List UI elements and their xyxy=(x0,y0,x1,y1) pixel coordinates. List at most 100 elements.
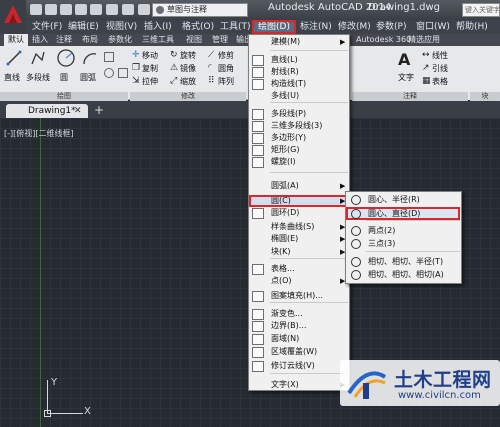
save-icon[interactable] xyxy=(60,4,72,15)
circle-ttt-item[interactable]: 相切、相切、相切(A) xyxy=(346,268,460,281)
draw-menu-item[interactable]: 矩形(G) xyxy=(249,144,349,156)
draw-menu-item[interactable]: 图案填充(H)... xyxy=(249,290,349,302)
circle-3point-item[interactable]: 三点(3) xyxy=(346,237,460,250)
workspace-selector[interactable]: 草图与注释 xyxy=(152,3,248,17)
draw-menu-item[interactable]: 渐变色... xyxy=(249,308,349,320)
line-icon[interactable] xyxy=(6,50,22,66)
draw-menu-item[interactable]: 直线(L) xyxy=(249,54,349,66)
menu-window[interactable]: 窗口(W) xyxy=(416,20,450,34)
array-icon[interactable]: ⠿ xyxy=(208,76,215,86)
toolbar-dropdown-icon[interactable] xyxy=(138,4,150,15)
save-as-icon[interactable] xyxy=(75,4,87,15)
menu-help[interactable]: 帮助(H) xyxy=(456,20,488,34)
draw-menu-item[interactable]: 建模(M) xyxy=(249,36,349,48)
tab-featured-apps[interactable]: 精选应用 xyxy=(408,34,440,46)
menu-view[interactable]: 视图(V) xyxy=(106,20,137,34)
viewport-controls[interactable]: [-][俯视][二维线框] xyxy=(4,128,74,139)
autocad-logo-icon[interactable] xyxy=(0,0,26,34)
stretch-label: 拉伸 xyxy=(142,77,158,86)
menu-separator xyxy=(270,258,348,259)
circle-icon[interactable] xyxy=(56,48,76,68)
circle-2point-item[interactable]: 两点(2) xyxy=(346,224,460,237)
draw-menu-item-circle[interactable]: 圆(C) xyxy=(249,195,349,207)
text-tool-label: 文字 xyxy=(398,73,414,82)
draw-menu-item[interactable]: 圆环(D) xyxy=(249,207,349,219)
circle-center-radius-item[interactable]: 圆心、半径(R) xyxy=(346,193,460,206)
draw-menu-item[interactable]: 块(K) xyxy=(249,246,349,258)
draw-menu-item[interactable]: 边界(B)... xyxy=(249,320,349,332)
draw-menu-item[interactable]: 表格... xyxy=(249,263,349,275)
tab-view[interactable]: 视图 xyxy=(186,34,202,46)
circle-ttr-item[interactable]: 相切、相切、半径(T) xyxy=(346,255,460,268)
scale-icon[interactable]: ⤢ xyxy=(170,76,177,86)
menu-format[interactable]: 格式(O) xyxy=(182,20,214,34)
draw-menu-item[interactable]: 面域(N) xyxy=(249,333,349,345)
draw-panel-title[interactable]: 绘图 xyxy=(0,92,128,101)
tab-manage[interactable]: 管理 xyxy=(212,34,228,46)
close-icon[interactable]: ✕ xyxy=(74,104,82,118)
rectangle-icon[interactable] xyxy=(104,52,114,62)
draw-menu-item[interactable]: 区域覆盖(W) xyxy=(249,346,349,358)
draw-menu-item[interactable]: 修订云线(V) xyxy=(249,360,349,372)
draw-menu-item[interactable]: 文字(X) xyxy=(249,379,349,391)
leader-icon[interactable]: ↗ xyxy=(422,63,430,73)
draw-menu-item[interactable]: 圆弧(A) xyxy=(249,180,349,192)
menu-dimension[interactable]: 标注(N) xyxy=(300,20,332,34)
help-search-input[interactable]: 键入关键字或短语 xyxy=(462,3,500,17)
tab-autodesk-360[interactable]: Autodesk 360 xyxy=(356,34,411,46)
tab-layout[interactable]: 布局 xyxy=(82,34,98,46)
draw-menu-item[interactable]: 多段线(P) xyxy=(249,108,349,120)
draw-menu-item[interactable]: 构造线(T) xyxy=(249,78,349,90)
tab-3d-tools[interactable]: 三维工具 xyxy=(142,34,174,46)
open-file-icon[interactable] xyxy=(45,4,57,15)
draw-menu-item[interactable]: 多线(U) xyxy=(249,90,349,102)
draw-menu-item[interactable]: 椭圆(E) xyxy=(249,233,349,245)
tab-default[interactable]: 默认 xyxy=(4,34,28,46)
draw-menu-item[interactable]: 螺旋(I) xyxy=(249,156,349,168)
print-icon[interactable] xyxy=(90,4,102,15)
annotation-panel-title[interactable]: 注释 xyxy=(352,92,468,101)
modify-panel-title[interactable]: 修改 xyxy=(130,92,246,101)
menu-edit[interactable]: 编辑(E) xyxy=(68,20,99,34)
mirror-icon[interactable]: ⚠ xyxy=(170,63,178,73)
hatch-icon[interactable] xyxy=(104,68,114,78)
tab-annotate[interactable]: 注释 xyxy=(56,34,72,46)
menu-tools[interactable]: 工具(T) xyxy=(220,20,251,34)
stretch-icon[interactable]: ⇲ xyxy=(132,76,140,86)
fillet-icon[interactable]: ◜ xyxy=(208,63,212,73)
menu-draw[interactable]: 绘图(D) xyxy=(252,20,296,34)
menu-modify[interactable]: 修改(M) xyxy=(338,20,371,34)
arc-icon[interactable] xyxy=(82,50,98,66)
array-label: 阵列 xyxy=(218,77,234,86)
menu-file[interactable]: 文件(F) xyxy=(32,20,62,34)
rotate-icon[interactable]: ↻ xyxy=(170,50,178,60)
trim-icon[interactable]: ⟋ xyxy=(208,50,214,60)
draw-menu-item[interactable]: 三维多段线(3) xyxy=(249,120,349,132)
new-file-icon[interactable] xyxy=(30,4,42,15)
draw-menu-item[interactable]: 多边形(Y) xyxy=(249,132,349,144)
menu-separator xyxy=(270,50,348,51)
draw-menu-item[interactable]: 射线(R) xyxy=(249,66,349,78)
move-icon[interactable]: ✛ xyxy=(132,50,140,60)
circle-center-diameter-item[interactable]: 圆心、直径(D) xyxy=(346,207,460,220)
menu-insert[interactable]: 插入(I) xyxy=(144,20,172,34)
tab-parametric[interactable]: 参数化 xyxy=(108,34,132,46)
copy-icon[interactable]: ❐ xyxy=(132,63,140,73)
linear-dim-icon[interactable]: ↔ xyxy=(422,50,430,60)
menu-parametric[interactable]: 参数(P) xyxy=(376,20,406,34)
table-annot-icon[interactable]: ▦ xyxy=(422,76,431,86)
redo-icon[interactable] xyxy=(122,4,134,15)
scale-label: 缩放 xyxy=(180,77,196,86)
table-icon[interactable] xyxy=(118,68,128,78)
add-tab-icon[interactable]: + xyxy=(94,103,104,117)
text-icon[interactable]: A xyxy=(398,50,410,69)
draw-menu-item[interactable]: 点(O) xyxy=(249,275,349,287)
polyline-icon[interactable] xyxy=(30,50,46,66)
arc-tool-label: 圆弧 xyxy=(80,73,96,82)
undo-icon[interactable] xyxy=(106,4,118,15)
draw-menu-item[interactable]: 样条曲线(S) xyxy=(249,221,349,233)
file-title: Drawing1.dwg xyxy=(368,2,440,13)
tab-insert[interactable]: 插入 xyxy=(32,34,48,46)
mirror-label: 镜像 xyxy=(180,64,196,73)
block-panel-title[interactable]: 块 xyxy=(470,92,500,101)
